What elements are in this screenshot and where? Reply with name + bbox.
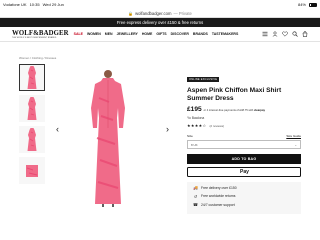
- logo-tagline: THE WORLD'S BEST INDEPENDENT BRANDS: [12, 36, 57, 39]
- clearpay-logo[interactable]: clearpay: [254, 109, 265, 112]
- nav-item-jewellery[interactable]: JEWELLERY: [117, 32, 138, 36]
- promo-banner[interactable]: Free express delivery over £150 & free r…: [0, 18, 320, 27]
- nav-item-men[interactable]: MEN: [105, 32, 113, 36]
- thumbnail-list: [19, 64, 45, 188]
- carrier-label: Vodafone UK: [3, 2, 27, 7]
- benefit-text: 24/7 customer support: [201, 202, 235, 207]
- online-exclusive-badge: ONLINE EXCLUSIVE: [187, 77, 220, 82]
- size-header: Size Size Guide: [187, 134, 301, 138]
- nav-item-gifts[interactable]: GIFTS: [156, 32, 166, 36]
- nav-item-tastemakers[interactable]: TASTEMAKERS: [212, 32, 238, 36]
- nav-item-home[interactable]: HOME: [142, 32, 153, 36]
- star-rating-icon: ★★★★☆: [187, 123, 207, 129]
- apple-pay-button[interactable]: Pay: [187, 167, 301, 178]
- nav-item-women[interactable]: WOMEN: [87, 32, 101, 36]
- add-to-bag-button[interactable]: ADD TO BAG: [187, 154, 301, 165]
- hamburger-icon[interactable]: [262, 31, 268, 37]
- heart-icon[interactable]: [282, 31, 288, 37]
- dress-thumb-image: [27, 97, 37, 120]
- thumbnail-2[interactable]: [19, 95, 45, 122]
- nav-item-brands[interactable]: BRANDS: [193, 32, 208, 36]
- price-row: £195 or 4 interest-free payments of £48.…: [187, 106, 301, 113]
- nav-item-discover[interactable]: DISCOVER: [171, 32, 189, 36]
- status-bar: Vodafone UK 10:35 Wed 29 Jun 84%: [0, 0, 320, 9]
- benefit-free-delivery: 🚚 Free delivery over £150: [193, 185, 295, 190]
- next-image-arrow[interactable]: ›: [166, 124, 169, 134]
- lock-icon: 🔒: [128, 10, 134, 16]
- address-bar[interactable]: 🔒 wolfandbadger.com — Private: [0, 9, 320, 18]
- benefits-box: 🚚 Free delivery over £150 ↺ Free worldwi…: [187, 182, 301, 215]
- battery-icon: [309, 2, 317, 7]
- apple-pay-label: Pay: [240, 169, 249, 176]
- user-icon[interactable]: [272, 31, 278, 37]
- main-nav: SALE WOMEN MEN JEWELLERY HOME GIFTS DISC…: [74, 32, 239, 36]
- size-select-value: 8 UK: [191, 142, 198, 147]
- site-logo[interactable]: WOLF&BADGER THE WORLD'S BEST INDEPENDENT…: [12, 30, 69, 39]
- time-label: 10:35: [29, 2, 40, 7]
- product-price: £195: [187, 106, 202, 114]
- return-icon: ↺: [193, 193, 198, 199]
- dress-thumb-image: [27, 128, 37, 151]
- site-header: WOLF&BADGER THE WORLD'S BEST INDEPENDENT…: [0, 27, 320, 41]
- thumbnail-3[interactable]: [19, 126, 45, 153]
- private-mode-label: — Private: [173, 10, 192, 16]
- thumbnail-4[interactable]: [19, 157, 45, 184]
- dress-detail-thumb-image: [26, 164, 38, 177]
- breadcrumb[interactable]: Women / Clothing / Dresses: [19, 56, 56, 60]
- header-icons: [262, 31, 308, 37]
- truck-icon: 🚚: [193, 185, 198, 191]
- date-label: Wed 29 Jun: [42, 2, 64, 7]
- product-info-panel: ONLINE EXCLUSIVE Aspen Pink Chiffon Maxi…: [187, 67, 301, 215]
- search-icon[interactable]: [292, 31, 298, 37]
- size-label: Size: [187, 134, 193, 139]
- chevron-down-icon: ⌄: [294, 142, 297, 147]
- bag-icon[interactable]: [302, 31, 308, 37]
- benefit-text: Free worldwide returns: [201, 194, 236, 199]
- nav-item-sale[interactable]: SALE: [74, 32, 83, 36]
- installments-text: or 4 interest-free payments of £48.75 wi…: [203, 109, 265, 113]
- dress-main-image: [91, 70, 125, 207]
- prev-image-arrow[interactable]: ‹: [56, 124, 59, 134]
- size-select[interactable]: 8 UK ⌄: [187, 140, 301, 150]
- logo-wordmark: WOLF&BADGER: [12, 29, 69, 37]
- benefit-free-returns: ↺ Free worldwide returns: [193, 194, 295, 199]
- thumbnail-1[interactable]: [19, 64, 45, 91]
- rating-row[interactable]: ★★★★☆ (2 reviews): [187, 123, 301, 128]
- dress-thumb-image: [27, 66, 37, 89]
- benefit-support: ☎ 24/7 customer support: [193, 202, 295, 207]
- reviews-count[interactable]: (2 reviews): [209, 124, 224, 128]
- headset-icon: ☎: [193, 202, 198, 208]
- battery-label: 84%: [297, 2, 306, 7]
- promo-text: Free express delivery over £150 & free r…: [116, 20, 204, 25]
- product-title: Aspen Pink Chiffon Maxi Shirt Summer Dre…: [187, 87, 282, 102]
- brand-link[interactable]: Yo Baalona: [187, 116, 301, 120]
- url-domain: wolfandbadger.com: [135, 10, 172, 16]
- header-divider: [0, 41, 320, 42]
- main-product-image[interactable]: [73, 68, 143, 208]
- size-guide-link[interactable]: Size Guide: [286, 134, 301, 138]
- benefit-text: Free delivery over £150: [201, 185, 237, 190]
